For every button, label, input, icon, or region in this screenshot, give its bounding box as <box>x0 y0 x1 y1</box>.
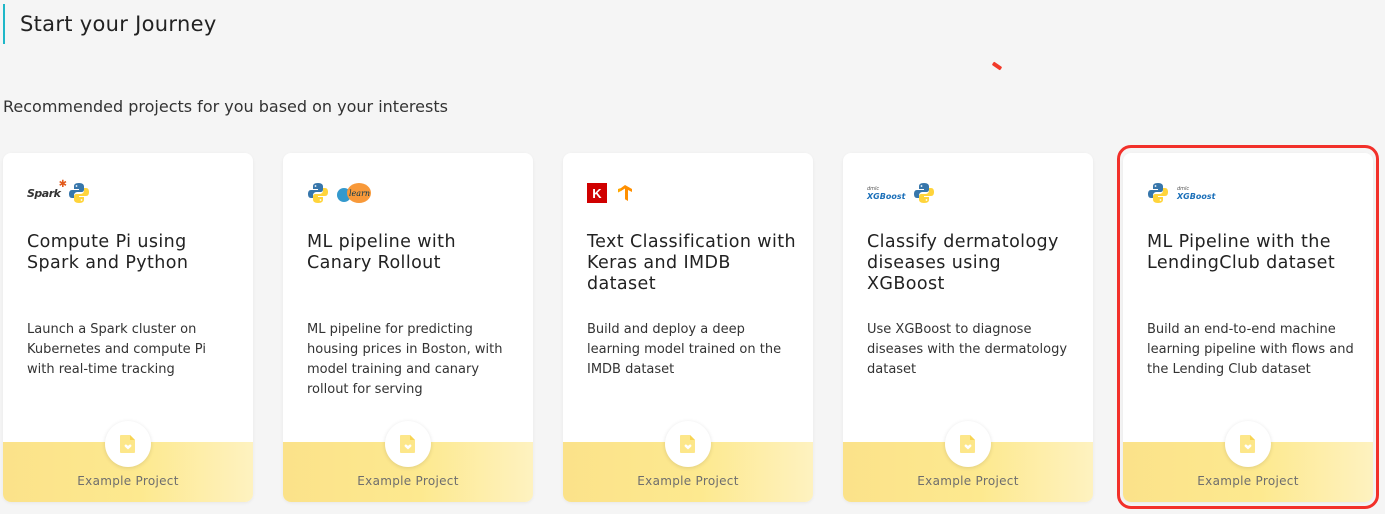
example-project-icon <box>385 421 431 467</box>
card-logos: dmlc XGBoost <box>1147 182 1215 204</box>
card-title: Text Classification with Keras and IMDB … <box>587 232 797 294</box>
example-project-label: Example Project <box>357 474 459 488</box>
project-cards: Spark ✱ Compute Pi using Spark and Python… <box>3 153 1373 502</box>
python-logo-icon <box>1148 183 1168 203</box>
xgboost-logo-icon: dmlc XGBoost <box>1177 186 1216 201</box>
card-description: Build an end-to-end machine learning pip… <box>1147 322 1354 377</box>
example-project-label: Example Project <box>77 474 179 488</box>
example-project-icon <box>665 421 711 467</box>
card-description: Use XGBoost to diagnose diseases with th… <box>867 322 1068 377</box>
project-card-canary-rollout[interactable]: learn ML pipeline with Canary Rollout ML… <box>283 153 533 502</box>
spark-logo-icon: Spark ✱ <box>27 178 67 200</box>
example-project-label: Example Project <box>637 474 739 488</box>
python-logo-icon <box>914 183 935 203</box>
card-logos: Spark ✱ <box>27 178 90 204</box>
card-title: Classify dermatology diseases using XGBo… <box>867 232 1059 294</box>
scikit-learn-logo-icon: learn <box>337 183 375 203</box>
python-logo-icon <box>69 183 90 203</box>
project-card-lendingclub[interactable]: dmlc XGBoost ML Pipeline with the Lending… <box>1123 153 1373 502</box>
annotation-mark <box>991 61 1003 71</box>
card-logos: dmlc XGBoost <box>867 182 935 204</box>
example-project-label: Example Project <box>1197 474 1299 488</box>
card-logos: learn <box>307 182 375 204</box>
page-header: Start your Journey <box>3 4 217 44</box>
keras-logo-icon: K <box>587 183 607 203</box>
project-card-spark-pi[interactable]: Spark ✱ Compute Pi using Spark and Python… <box>3 153 253 502</box>
card-title: ML Pipeline with the LendingClub dataset <box>1147 232 1336 273</box>
card-description: Build and deploy a deep learning model t… <box>587 322 782 377</box>
example-project-label: Example Project <box>917 474 1019 488</box>
example-project-icon <box>105 421 151 467</box>
card-title: ML pipeline with Canary Rollout <box>307 232 456 273</box>
page-title: Start your Journey <box>20 12 217 36</box>
tensorflow-logo-icon <box>618 185 632 201</box>
example-project-icon <box>945 421 991 467</box>
project-card-keras-imdb[interactable]: K Text Classification with Keras and IMD… <box>563 153 813 502</box>
card-description: ML pipeline for predicting housing price… <box>307 322 503 397</box>
project-card-xgboost-dermatology[interactable]: dmlc XGBoost Classify dermatology disease… <box>843 153 1093 502</box>
xgboost-logo-icon: dmlc XGBoost <box>867 186 906 201</box>
example-project-icon <box>1225 421 1271 467</box>
card-description: Launch a Spark cluster on Kubernetes and… <box>27 322 206 377</box>
card-logos: K <box>587 182 635 204</box>
recommendations-subtitle: Recommended projects for you based on yo… <box>3 97 448 116</box>
card-title: Compute Pi using Spark and Python <box>27 232 189 273</box>
python-logo-icon <box>308 183 328 203</box>
